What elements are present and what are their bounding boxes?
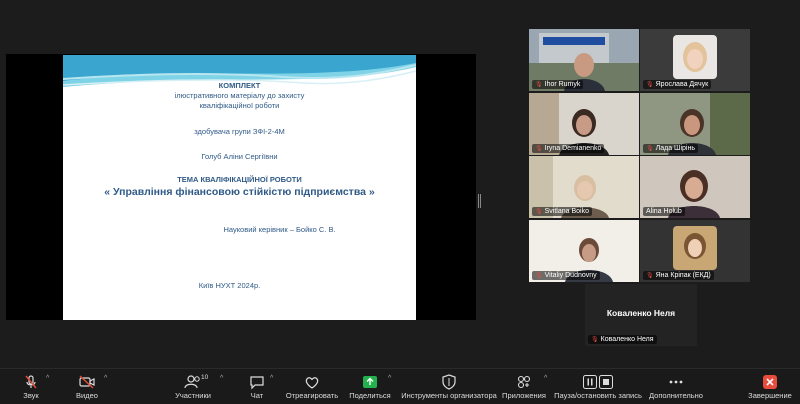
meeting-toolbar: Звук ^ Видео ^ 10 Участники ^ Чат ^ Отре… [0,368,800,404]
chat-options-chevron-icon[interactable]: ^ [270,375,273,382]
share-label: Поделиться [349,391,391,400]
participant-name: 🎙 Svitlana Boiko [532,207,592,216]
slide-supervisor: Науковий керівник – Бойко С. В. [223,225,336,234]
participant-tile[interactable]: 🎙 Ihor Rumyk [529,29,639,91]
chat-label: Чат [250,391,264,400]
apps-options-chevron-icon[interactable]: ^ [544,375,547,382]
participant-tile[interactable]: 🎙 Vitaliy Dudnovny [529,220,639,282]
pause-stop-record-icon [583,373,613,390]
slide-footer: Київ НУХТ 2024р. [198,281,261,290]
participant-name: 🎙 Ihor Rumyk [532,80,584,89]
slide-title: КОМПЛЕКТ [218,81,261,90]
share-screen-icon [362,373,378,390]
video-options-chevron-icon[interactable]: ^ [104,375,107,382]
participant-name: 🎙 Коваленко Неля [588,335,657,344]
share-button[interactable]: Поделиться [348,373,392,403]
audio-button[interactable]: Звук [14,373,48,403]
participant-tile[interactable]: 🎙 Лада Шірінь [640,93,750,155]
react-label: Отреагировать [285,391,339,400]
slide-line-2: кваліфікаційної роботи [199,101,280,110]
participant-display-name: Коваленко Неля [606,308,676,318]
participant-tile-active-speaker[interactable]: Alina Holub [640,156,750,218]
more-icon [668,373,684,390]
participant-tile-no-video[interactable]: Коваленко Неля 🎙 Коваленко Неля [585,284,697,346]
host-tools-button[interactable]: Инструменты организатора [401,373,497,403]
muted-mic-icon: 🎙 [646,146,654,152]
meeting-stage: КОМПЛЕКТ ілюстративного матеріалу до зах… [0,0,800,368]
participant-tile[interactable]: 🎙 Яна Кріпак (ЕКД) [640,220,750,282]
chat-button[interactable]: Чат [246,373,268,403]
slide-line-1: ілюстративного матеріалу до захисту [174,91,305,100]
host-tools-label: Инструменты организатора [401,391,497,400]
muted-mic-icon: 🎙 [646,273,654,279]
record-label: Пауза/остановить запись [554,391,642,400]
share-options-chevron-icon[interactable]: ^ [388,375,391,382]
participants-label: Участники [175,391,211,400]
audio-options-chevron-icon[interactable]: ^ [46,375,49,382]
audio-label: Звук [23,391,39,400]
muted-mic-icon: 🎙 [646,82,654,88]
close-icon [763,373,777,390]
apps-button[interactable]: Приложения [500,373,548,403]
participants-button[interactable]: 10 Участники [172,373,214,403]
participant-tile[interactable]: 🎙 Ярослава Дячук [640,29,750,91]
shared-slide: КОМПЛЕКТ ілюстративного матеріалу до зах… [63,55,416,320]
muted-mic-icon [23,373,39,390]
participants-icon: 10 [184,373,208,390]
participant-name: 🎙 Яна Кріпак (ЕКД) [643,271,714,280]
react-button[interactable]: Отреагировать [286,373,338,403]
end-label: Завершение [748,391,792,400]
apps-icon [516,373,532,390]
more-button[interactable]: Дополнительно [648,373,704,403]
more-label: Дополнительно [649,391,703,400]
heart-icon [304,373,320,390]
slide-student-name: Голуб Аліни Сергіївни [201,152,278,161]
participant-name: 🎙 Vitaliy Dudnovny [532,271,600,280]
muted-mic-icon: 🎙 [535,146,543,152]
end-meeting-button[interactable]: Завершение [748,373,792,403]
video-off-icon [78,373,96,390]
participant-name: 🎙 Лада Шірінь [643,144,698,153]
muted-mic-icon: 🎙 [535,82,543,88]
recording-controls[interactable]: Пауза/остановить запись [554,373,642,403]
video-label: Видео [76,391,98,400]
muted-mic-icon: 🎙 [535,209,543,215]
slide-student-group: здобувача групи ЗФІ-2-4М [194,127,285,136]
slide-topic: « Управління фінансовою стійкістю підпри… [104,186,375,198]
muted-mic-icon: 🎙 [535,273,543,279]
chat-icon [249,373,265,390]
participant-tile[interactable]: 🎙 Svitlana Boiko [529,156,639,218]
participant-name: Alina Holub [643,207,685,216]
panel-resize-handle[interactable] [478,194,481,208]
participants-options-chevron-icon[interactable]: ^ [220,375,223,382]
slide-topic-label: ТЕМА КВАЛІФІКАЦІЙНОЇ РОБОТИ [177,175,302,184]
participant-name: 🎙 Ярослава Дячук [643,80,712,89]
video-button[interactable]: Видео [70,373,104,403]
participants-count: 10 [201,374,209,381]
participant-name: 🎙 Iryna Demianenko [532,144,605,153]
participant-tile[interactable]: 🎙 Iryna Demianenko [529,93,639,155]
muted-mic-icon: 🎙 [591,337,599,343]
apps-label: Приложения [502,391,546,400]
shield-icon [441,373,457,390]
